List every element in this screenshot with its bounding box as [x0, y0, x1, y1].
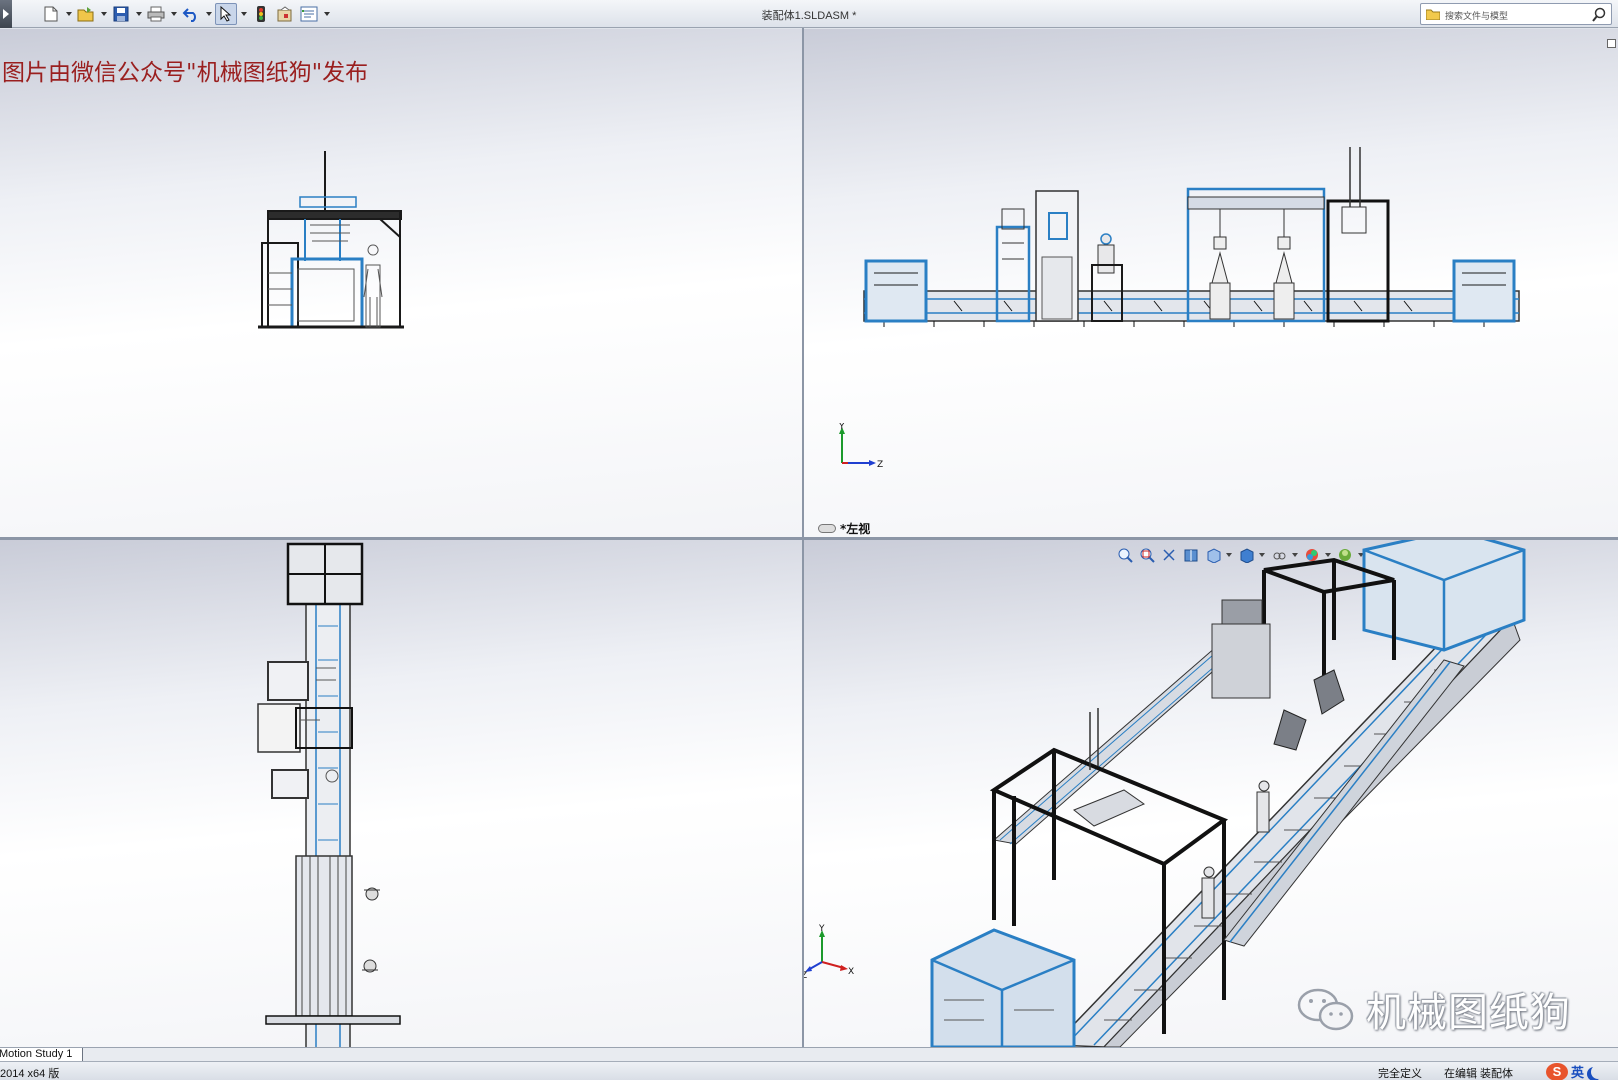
solidworks-window: 装配体1.SLDASM * 搜索文件与模型 图片由微信公众号"机械图纸狗"发布	[0, 0, 1618, 1080]
viewport-isometric[interactable]: Y Z X 机械图纸狗	[804, 540, 1618, 1047]
ime-language: 英	[1571, 1065, 1585, 1080]
folder-icon	[1426, 9, 1440, 20]
viewport-horizontal-splitter[interactable]	[0, 537, 1618, 540]
status-bar: 2014 x64 版 完全定义 在编辑 装配体 S 英	[0, 1061, 1618, 1080]
svg-text:Z: Z	[804, 971, 807, 980]
view-name: *左视	[840, 522, 871, 536]
iso-axis-triad-icon: Y Z X	[804, 924, 854, 980]
tab-motion-study[interactable]: Motion Study 1	[0, 1048, 84, 1062]
wechat-logo-icon	[1297, 988, 1354, 1031]
document-title: 装配体1.SLDASM *	[761, 10, 857, 22]
view-eye-icon	[818, 524, 836, 533]
search-box[interactable]: 搜索文件与模型	[1420, 3, 1612, 25]
version-text: 2014 x64 版	[0, 1068, 60, 1080]
moon-icon	[1591, 1065, 1605, 1079]
editing-mode-status: 在编辑 装配体	[1444, 1068, 1514, 1080]
search-placeholder: 搜索文件与模型	[1445, 11, 1509, 21]
svg-text:Y: Y	[818, 924, 825, 934]
svg-text:X: X	[848, 967, 854, 977]
brand-watermark: 机械图纸狗	[1296, 980, 1571, 1038]
left-view-model	[863, 147, 1520, 327]
sogou-ime-icon: S	[1546, 1062, 1568, 1080]
top-view-model	[257, 542, 401, 1047]
axis-triad-icon: Y Z	[838, 423, 883, 470]
front-view-model	[258, 151, 404, 329]
definition-status: 完全定义	[1378, 1068, 1422, 1080]
viewport-top-view[interactable]	[0, 540, 802, 1047]
brand-text: 机械图纸狗	[1366, 990, 1571, 1036]
svg-text:Y: Y	[838, 423, 845, 432]
viewport-left-view[interactable]: Y Z *左视	[804, 29, 1618, 537]
svg-text:Z: Z	[877, 460, 883, 470]
title-toolbar: 装配体1.SLDASM * 搜索文件与模型	[0, 0, 1618, 28]
isometric-model	[930, 540, 1526, 1047]
search-icon[interactable]	[1591, 7, 1607, 23]
ime-indicator[interactable]: S 英	[1546, 1062, 1605, 1080]
view-orientation-label: *左视	[818, 520, 870, 537]
viewport-front[interactable]: 图片由微信公众号"机械图纸狗"发布	[0, 29, 802, 537]
bottom-tab-strip: Motion Study 1	[0, 1047, 1618, 1062]
